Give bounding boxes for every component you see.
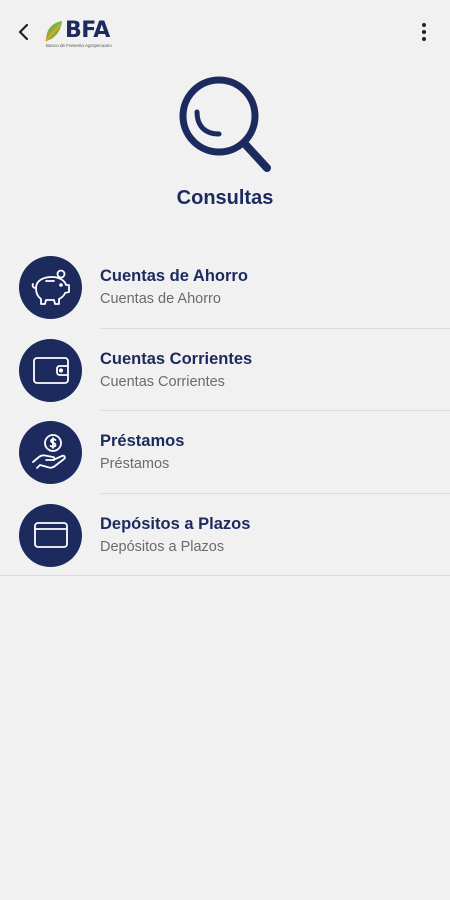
item-subtitle: Depósitos a Plazos xyxy=(100,538,225,555)
list-item-prestamos[interactable]: Préstamos Préstamos xyxy=(0,411,450,494)
item-title: Cuentas de Ahorro xyxy=(100,267,248,285)
piggy-bank-icon xyxy=(31,269,70,305)
card-icon xyxy=(33,522,68,548)
item-title: Cuentas Corrientes xyxy=(100,349,253,368)
list-item-depositos-plazos[interactable]: Depósitos a Plazos Depósitos a Plazos xyxy=(0,494,450,577)
bfa-logo: BFA Banco de Fomento Agropecuario xyxy=(44,18,112,52)
consultas-list: Cuentas de Ahorro Cuentas de Ahorro Cuen… xyxy=(0,246,450,576)
item-subtitle: Cuentas Corrientes xyxy=(100,373,225,390)
hero-illustration xyxy=(0,74,450,176)
item-title: Préstamos xyxy=(100,432,185,450)
back-button[interactable] xyxy=(10,18,38,46)
item-subtitle: Cuentas de Ahorro xyxy=(100,291,221,307)
logo-subtitle: Banco de Fomento Agropecuario xyxy=(46,43,112,48)
list-item-cuentas-corrientes[interactable]: Cuentas Corrientes Cuentas Corrientes xyxy=(0,329,450,412)
leaf-logo-icon xyxy=(45,21,62,42)
top-app-bar: BFA Banco de Fomento Agropecuario xyxy=(0,0,450,64)
loan-hand-icon xyxy=(31,433,66,469)
list-item-cuentas-ahorro[interactable]: Cuentas de Ahorro Cuentas de Ahorro xyxy=(0,246,450,329)
chevron-left-icon xyxy=(18,23,29,41)
more-vertical-icon xyxy=(422,23,426,27)
item-title: Depósitos a Plazos xyxy=(100,514,251,533)
page-title: Consultas xyxy=(176,187,274,209)
overflow-menu-button[interactable] xyxy=(412,20,436,44)
item-subtitle: Préstamos xyxy=(100,456,170,472)
logo-text: BFA xyxy=(65,18,110,43)
search-icon xyxy=(179,76,271,172)
wallet-icon xyxy=(32,357,69,384)
